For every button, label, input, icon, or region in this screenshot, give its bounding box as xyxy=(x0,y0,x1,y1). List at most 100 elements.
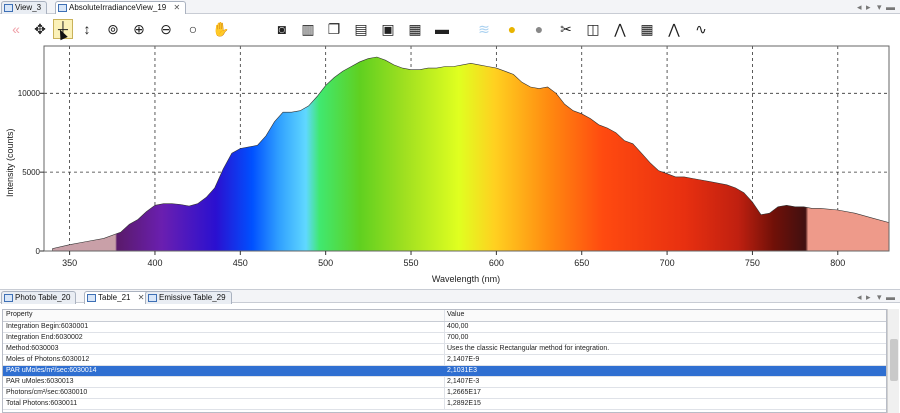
nav-right-icon[interactable]: ▸ xyxy=(866,291,871,303)
signature-icon[interactable]: ∿ xyxy=(691,19,711,39)
table-icon xyxy=(4,294,13,302)
x-axis-label: Wavelength (nm) xyxy=(431,274,501,284)
cell-property: Method:6030003 xyxy=(6,345,59,352)
bulb-on-icon[interactable]: ● xyxy=(502,19,522,39)
spectrum-plot[interactable] xyxy=(0,45,900,290)
header-property[interactable]: Property xyxy=(6,310,444,320)
table-row[interactable]: PAR uMoles/m²/sec:6030014 2,1031E3 xyxy=(3,366,886,377)
table-row[interactable]: Integration End:6030002 700,00 xyxy=(3,333,886,344)
camera-icon[interactable]: ◙ xyxy=(272,19,292,39)
cell-property: Total Photons:6030011 xyxy=(6,400,78,407)
editor-tab-bar: View_3 AbsoluteIrradianceView_19 ✕ ◂ ▸ ▾… xyxy=(0,0,900,14)
table-row[interactable]: Total Photons:6030011 1,2892E15 xyxy=(3,399,886,410)
tools-icon[interactable]: ✂ xyxy=(556,19,576,39)
x-tick-label: 650 xyxy=(574,258,590,268)
minimize-icon[interactable]: ▬ xyxy=(886,1,895,13)
nav-right-icon[interactable]: ▸ xyxy=(866,1,871,13)
table-scrollbar[interactable] xyxy=(887,309,899,413)
spectrum-icon[interactable]: ⋀ xyxy=(664,19,684,39)
move-icon[interactable]: ✥ xyxy=(30,19,50,39)
y-tick-label: 0 xyxy=(35,247,40,256)
view-icon xyxy=(58,4,67,12)
graph-icon[interactable]: ◫ xyxy=(583,19,603,39)
table-icon[interactable]: ▦ xyxy=(637,19,657,39)
x-tick-label: 600 xyxy=(488,258,504,268)
cell-property: Integration Begin:6030001 xyxy=(6,323,89,330)
minimize-icon[interactable]: ▬ xyxy=(886,291,895,303)
close-icon[interactable]: ✕ xyxy=(173,2,180,14)
x-tick-label: 400 xyxy=(147,258,163,268)
view-menu-icon[interactable]: ▾ xyxy=(877,291,882,303)
zoom-fit-icon[interactable]: ○ xyxy=(183,19,203,39)
table-body: Integration Begin:6030001 400,00 Integrati… xyxy=(3,322,886,410)
cell-property: PAR uMoles:6030013 xyxy=(6,378,74,385)
x-tick-label: 450 xyxy=(232,258,248,268)
bottom-tab-bar: Photo Table_20 Table_21 ✕ Emissive Table… xyxy=(0,289,900,304)
cell-property: Integration End:6030002 xyxy=(6,334,83,341)
print-icon[interactable]: ▬ xyxy=(432,19,452,39)
tab-label: View_3 xyxy=(15,3,42,12)
tab-label: Table_21 xyxy=(98,293,131,302)
close-icon[interactable]: ✕ xyxy=(138,292,145,304)
table-icon xyxy=(87,294,96,302)
irradiance-chart[interactable]: Intensity (counts) 0 5000 10000 350 400 450 5… xyxy=(0,45,900,290)
tab-label: AbsoluteIrradianceView_19 xyxy=(69,3,167,12)
table-row[interactable]: Integration Begin:6030001 400,00 xyxy=(3,322,886,333)
tab-label: Photo Table_20 xyxy=(15,293,71,302)
y-tick-label: 10000 xyxy=(17,89,40,99)
view-icon xyxy=(4,4,13,12)
nav-left-icon[interactable]: ◂ xyxy=(857,1,862,13)
chart-toolbar: « ✥ ┼ ↕ ⊚ ⊕ ⊖ ○ ✋ ◙ ▥ ❐ ▤ ▣ ▦ ▬ ≋ ● ● ✂ … xyxy=(0,16,900,44)
cell-value: 2,1407E-9 xyxy=(447,356,480,363)
tab-emissive-table[interactable]: Emissive Table_29 xyxy=(145,291,232,304)
table-row[interactable]: Method:6030003 Uses the classic Rectangul… xyxy=(3,344,886,355)
save-icon[interactable]: ▤ xyxy=(351,19,371,39)
zoom-out-icon[interactable]: ⊖ xyxy=(156,19,176,39)
wave-icon[interactable]: ≋ xyxy=(474,19,494,39)
table-row[interactable]: Photons/cm²/sec:6030010 1,2665E17 xyxy=(3,388,886,399)
tab-photo-table[interactable]: Photo Table_20 xyxy=(1,291,77,304)
zoom-area-icon[interactable]: ⊚ xyxy=(103,19,123,39)
x-tick-label: 700 xyxy=(659,258,675,268)
x-tick-label: 350 xyxy=(62,258,78,268)
tab-table-21[interactable]: Table_21 ✕ xyxy=(84,291,151,304)
tab-absolute-irradiance-view[interactable]: AbsoluteIrradianceView_19 ✕ xyxy=(55,1,187,14)
table-header: Property Value xyxy=(3,310,886,322)
properties-table: Property Value Integration Begin:6030001… xyxy=(2,309,887,413)
pan-hand-icon[interactable]: ✋ xyxy=(211,19,231,39)
vertical-arrow-icon[interactable]: ↕ xyxy=(77,19,97,39)
table-row[interactable]: Moles of Photons:6030012 2,1407E-9 xyxy=(3,355,886,366)
copy-icon[interactable]: ❐ xyxy=(324,19,344,39)
nav-left-icon[interactable]: ◂ xyxy=(857,291,862,303)
y-axis-label: Intensity (counts) xyxy=(5,128,15,197)
x-tick-label: 550 xyxy=(403,258,419,268)
cell-value: 2,1407E-3 xyxy=(447,378,480,385)
tab-label: Emissive Table_29 xyxy=(159,293,226,302)
table-row[interactable]: PAR uMoles:6030013 2,1407E-3 xyxy=(3,377,886,388)
bulb-off-icon[interactable]: ● xyxy=(529,19,549,39)
cell-value: 1,2892E15 xyxy=(447,400,481,407)
cell-value: 400,00 xyxy=(447,323,469,330)
cell-value: 1,2665E17 xyxy=(447,389,481,396)
cell-value: Uses the classic Rectangular method for … xyxy=(447,345,610,352)
header-value[interactable]: Value xyxy=(447,310,883,320)
cell-value: 700,00 xyxy=(447,334,469,341)
cell-property: Moles of Photons:6030012 xyxy=(6,356,90,363)
spectrum-area xyxy=(52,56,890,252)
double-arrow-left-icon[interactable]: « xyxy=(6,19,26,39)
x-tick-label: 800 xyxy=(830,258,846,268)
trash-icon[interactable]: ▥ xyxy=(298,19,318,39)
zoom-in-icon[interactable]: ⊕ xyxy=(129,19,149,39)
scrollbar-thumb[interactable] xyxy=(890,339,898,381)
x-tick-label: 500 xyxy=(318,258,334,268)
export-icon[interactable]: ▦ xyxy=(405,19,425,39)
blank-icon[interactable] xyxy=(243,19,263,39)
x-tick-label: 750 xyxy=(744,258,760,268)
y-tick-label: 5000 xyxy=(22,168,40,178)
peak-icon[interactable]: ⋀ xyxy=(610,19,630,39)
cell-property: Photons/cm²/sec:6030010 xyxy=(6,389,88,396)
view-menu-icon[interactable]: ▾ xyxy=(877,1,882,13)
table-icon xyxy=(148,294,157,302)
tab-view-3[interactable]: View_3 xyxy=(1,1,48,14)
save-as-icon[interactable]: ▣ xyxy=(378,19,398,39)
